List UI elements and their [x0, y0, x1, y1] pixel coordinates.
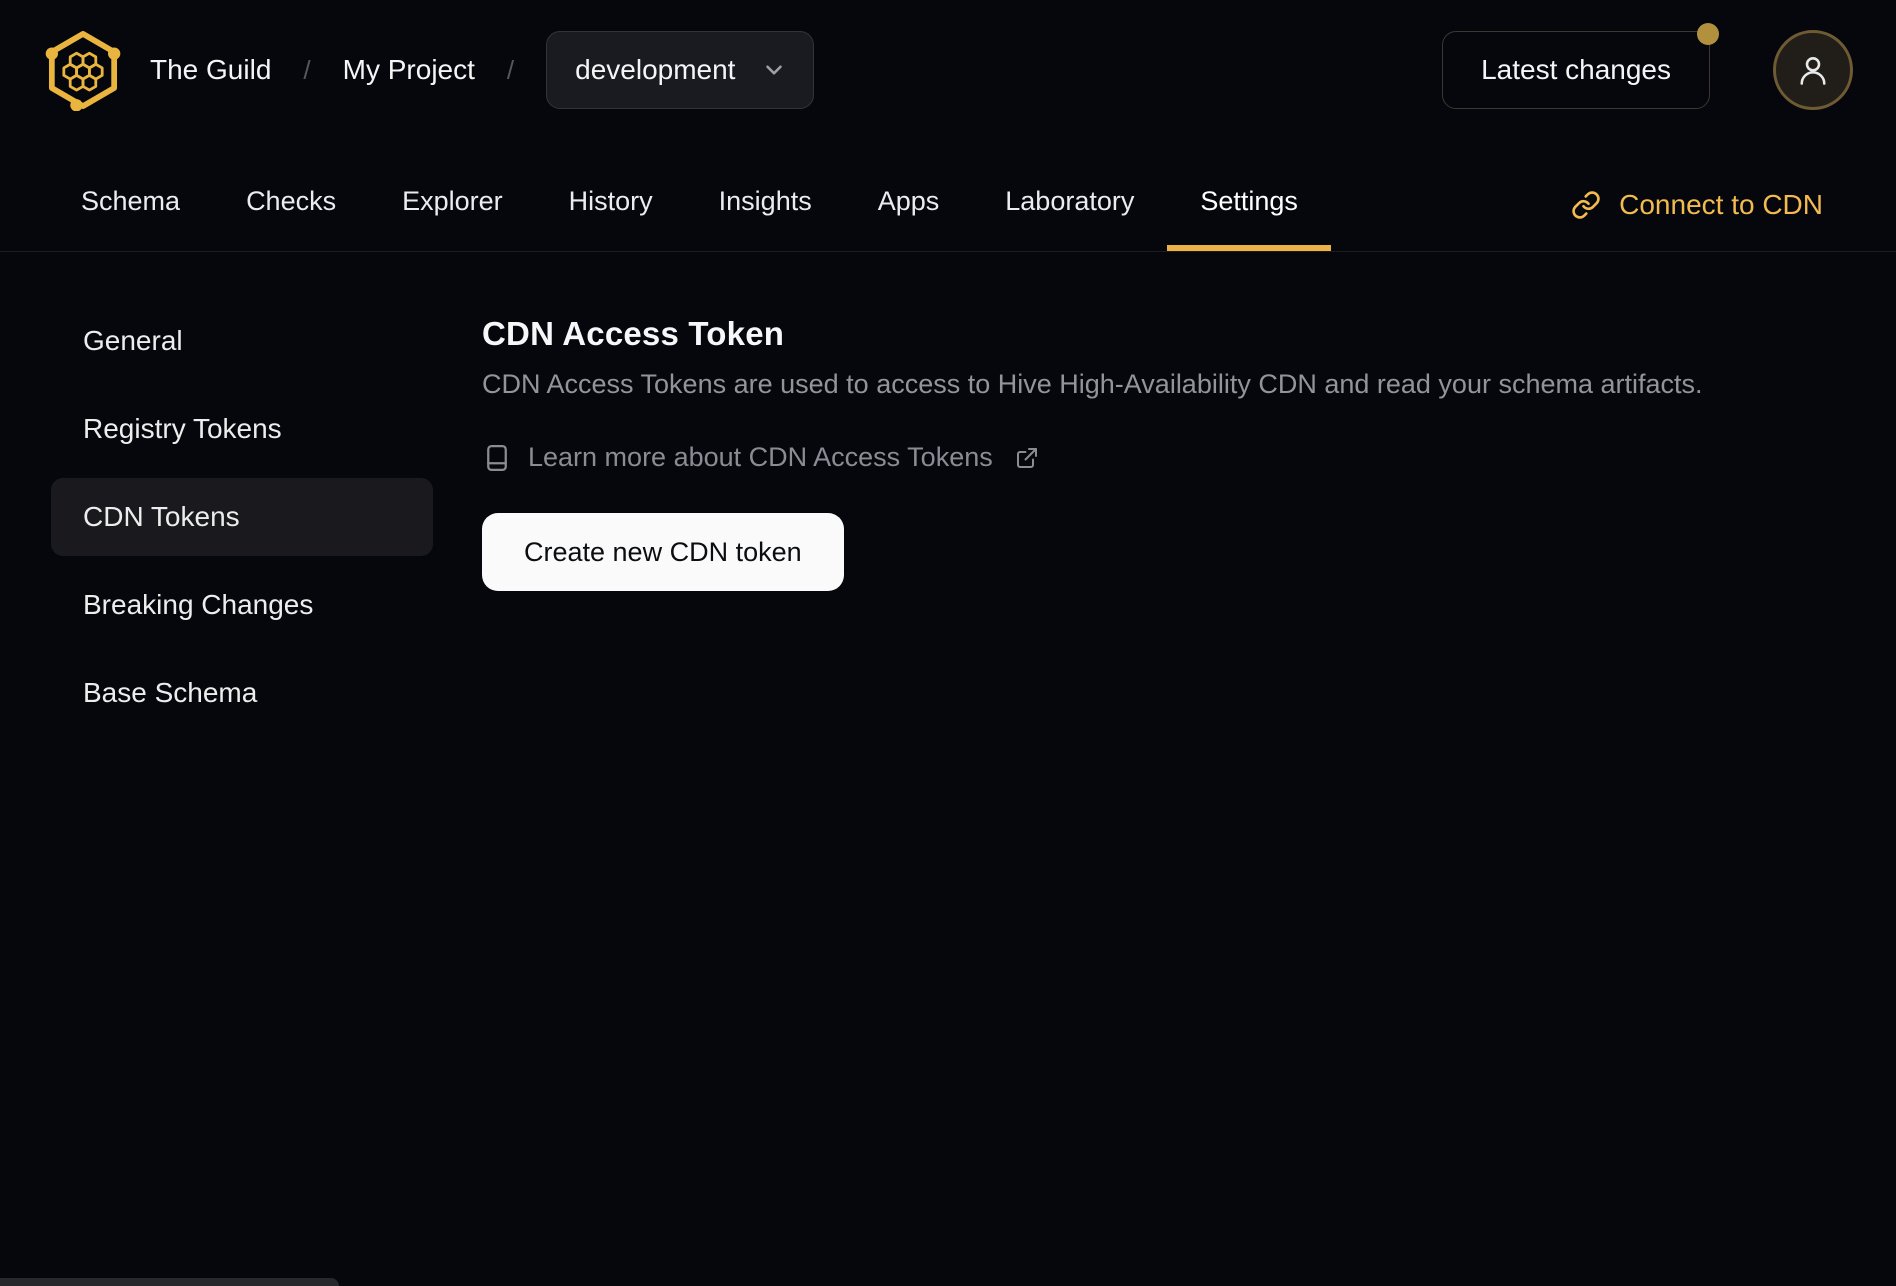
connect-to-cdn-label: Connect to CDN [1619, 188, 1823, 220]
breadcrumb-separator: / [303, 54, 311, 85]
target-select[interactable]: development [546, 31, 815, 109]
connect-to-cdn-link[interactable]: Connect to CDN [1571, 158, 1823, 251]
book-icon [487, 444, 507, 471]
breadcrumb-org[interactable]: The Guild [150, 54, 271, 86]
target-select-value: development [575, 54, 736, 85]
tab-insights[interactable]: Insights [686, 158, 845, 251]
main-content: CDN Access Token CDN Access Tokens are u… [433, 252, 1896, 591]
user-icon [1800, 57, 1826, 85]
user-menu-button[interactable] [1773, 30, 1853, 110]
header-right: Latest changes [1442, 23, 1853, 110]
tab-history[interactable]: History [536, 158, 686, 251]
page-body: General Registry Tokens CDN Tokens Breaking… [0, 252, 1896, 742]
guild-hive-logo-icon [45, 31, 121, 111]
tab-laboratory[interactable]: Laboratory [972, 158, 1167, 251]
breadcrumb-separator: / [506, 54, 515, 85]
breadcrumb-project[interactable]: My Project [343, 54, 475, 86]
link-icon [1572, 190, 1600, 219]
breadcrumb: The Guild / My Project / development [150, 31, 815, 109]
settings-sidebar: General Registry Tokens CDN Tokens Breaking… [51, 302, 433, 742]
tab-bar-tabs: Schema Checks Explorer History Insights Apps L… [48, 158, 1331, 251]
sidebar-item-base-schema[interactable]: Base Schema [51, 654, 433, 732]
tab-settings[interactable]: Settings [1167, 158, 1331, 251]
tab-checks[interactable]: Checks [213, 158, 369, 251]
sidebar-item-registry-tokens[interactable]: Registry Tokens [51, 390, 433, 468]
tab-bar: Schema Checks Explorer History Insights Apps L… [0, 140, 1896, 252]
page-title: CDN Access Token [482, 315, 785, 352]
tab-schema[interactable]: Schema [48, 158, 213, 251]
learn-more-link[interactable]: Learn more about CDN Access Tokens [482, 442, 1836, 473]
notification-dot [1697, 23, 1719, 45]
bottom-peek-bar [0, 1278, 339, 1286]
chevron-down-icon [766, 65, 783, 75]
latest-changes-button[interactable]: Latest changes [1442, 23, 1719, 109]
create-cdn-token-button[interactable]: Create new CDN token [482, 513, 844, 591]
sidebar-item-general[interactable]: General [51, 302, 433, 380]
page-description: CDN Access Tokens are used to access to … [482, 369, 1703, 399]
tab-apps[interactable]: Apps [845, 158, 973, 251]
app-header: The Guild / My Project / development Lat… [0, 0, 1896, 140]
tab-explorer[interactable]: Explorer [369, 158, 536, 251]
external-link-icon [1016, 447, 1037, 468]
learn-more-label: Learn more about CDN Access Tokens [528, 442, 993, 472]
sidebar-item-breaking-changes[interactable]: Breaking Changes [51, 566, 433, 644]
sidebar-item-cdn-tokens[interactable]: CDN Tokens [51, 478, 433, 556]
latest-changes-label: Latest changes [1481, 54, 1671, 85]
